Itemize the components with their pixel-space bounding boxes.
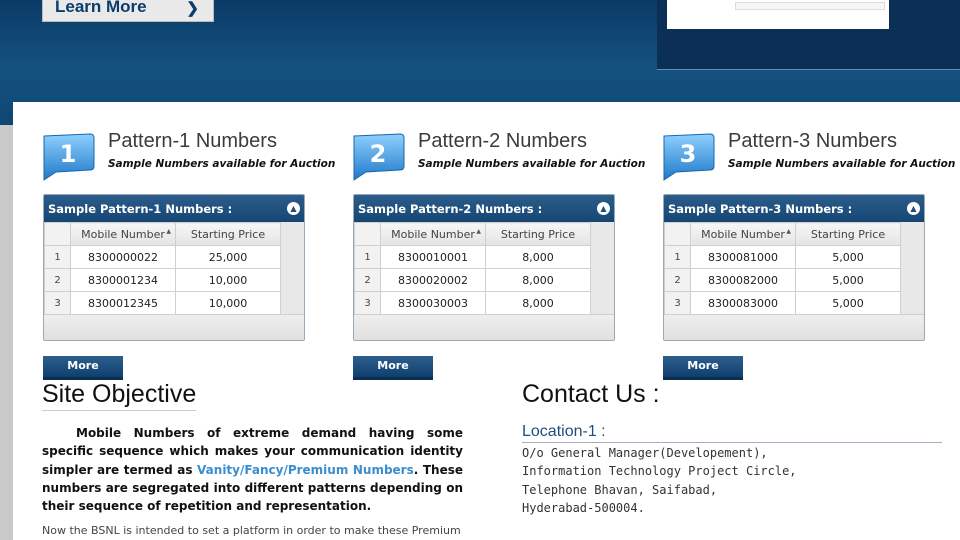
mobile-number-cell: 8300010001 bbox=[380, 245, 486, 269]
table-row[interactable]: 3 8300030003 8,000 bbox=[354, 291, 591, 315]
pattern-3-grid: Sample Pattern-3 Numbers : ▲ Mobile Numb… bbox=[663, 194, 925, 341]
svg-text:2: 2 bbox=[370, 140, 387, 168]
banner-thumbnail bbox=[657, 0, 960, 70]
grid-table: Mobile Number ▲ Starting Price 1 83000810… bbox=[664, 222, 901, 315]
sort-asc-icon: ▲ bbox=[786, 228, 791, 235]
thumbnail-screen bbox=[667, 0, 889, 29]
grid-footer bbox=[44, 314, 304, 340]
sort-asc-icon: ▲ bbox=[166, 228, 171, 235]
column-header-price[interactable]: Starting Price bbox=[795, 222, 901, 246]
chevron-up-icon[interactable]: ▲ bbox=[597, 202, 610, 215]
table-row[interactable]: 2 8300020002 8,000 bbox=[354, 268, 591, 292]
grid-header: Sample Pattern-1 Numbers : ▲ bbox=[44, 195, 304, 222]
table-row[interactable]: 1 8300081000 5,000 bbox=[664, 245, 901, 269]
mobile-number-cell: 8300001234 bbox=[70, 268, 176, 292]
pattern-2-grid: Sample Pattern-2 Numbers : ▲ Mobile Numb… bbox=[353, 194, 615, 341]
grid-title: Sample Pattern-2 Numbers : bbox=[358, 202, 543, 216]
chevron-right-icon: ❯ bbox=[186, 0, 199, 17]
table-row[interactable]: 2 8300082000 5,000 bbox=[664, 268, 901, 292]
sort-asc-icon: ▲ bbox=[476, 228, 481, 235]
mobile-number-cell: 8300081000 bbox=[690, 245, 796, 269]
price-cell: 5,000 bbox=[795, 268, 901, 292]
pattern-2-more-button[interactable]: More bbox=[353, 356, 433, 380]
learn-more-button[interactable]: Learn More ❯ bbox=[42, 0, 214, 22]
number-ribbon-icon: 2 bbox=[353, 133, 405, 181]
table-row[interactable]: 1 8300010001 8,000 bbox=[354, 245, 591, 269]
column-header-mobile[interactable]: Mobile Number ▲ bbox=[70, 222, 176, 246]
grid-header: Sample Pattern-3 Numbers : ▲ bbox=[664, 195, 924, 222]
site-objective-more-text: Now the BSNL is intended to set a platfo… bbox=[42, 524, 461, 537]
table-row[interactable]: 3 8300083000 5,000 bbox=[664, 291, 901, 315]
pattern-subtitle: Sample Numbers available for Auction bbox=[418, 158, 646, 170]
address-line: Hyderabad-500004. bbox=[522, 500, 645, 515]
column-header-price[interactable]: Starting Price bbox=[485, 222, 591, 246]
grid-footer bbox=[354, 314, 614, 340]
pattern-1-grid: Sample Pattern-1 Numbers : ▲ Mobile Numb… bbox=[43, 194, 305, 341]
table-row[interactable]: 2 8300001234 10,000 bbox=[44, 268, 281, 292]
grid-title: Sample Pattern-3 Numbers : bbox=[668, 202, 853, 216]
pattern-title: Pattern-3 Numbers bbox=[728, 130, 897, 152]
grid-footer bbox=[664, 314, 924, 340]
pattern-3-more-button[interactable]: More bbox=[663, 356, 743, 380]
price-cell: 8,000 bbox=[485, 268, 591, 292]
number-ribbon-icon: 1 bbox=[43, 133, 95, 181]
pattern-title: Pattern-1 Numbers bbox=[108, 130, 277, 152]
site-objective-text: Mobile Numbers of extreme demand having … bbox=[42, 426, 463, 514]
site-objective-title: Site Objective bbox=[42, 380, 197, 411]
mobile-number-cell: 8300082000 bbox=[690, 268, 796, 292]
grid-table: Mobile Number ▲ Starting Price 1 83000100… bbox=[354, 222, 591, 315]
pattern-title: Pattern-2 Numbers bbox=[418, 130, 587, 152]
pattern-1-more-button[interactable]: More bbox=[43, 356, 123, 380]
pattern-subtitle: Sample Numbers available for Auction bbox=[728, 158, 956, 170]
table-row[interactable]: 3 8300012345 10,000 bbox=[44, 291, 281, 315]
address-line: O/o General Manager(Developement), bbox=[522, 446, 768, 460]
chevron-up-icon[interactable]: ▲ bbox=[907, 202, 920, 215]
address-line: Telephone Bhavan, Saifabad, bbox=[522, 482, 718, 497]
grid-header: Sample Pattern-2 Numbers : ▲ bbox=[354, 195, 614, 222]
price-cell: 8,000 bbox=[485, 245, 591, 269]
price-cell: 5,000 bbox=[795, 245, 901, 269]
column-header-mobile[interactable]: Mobile Number ▲ bbox=[380, 222, 486, 246]
price-cell: 10,000 bbox=[175, 268, 281, 292]
number-ribbon-icon: 3 bbox=[663, 133, 715, 181]
chevron-up-icon[interactable]: ▲ bbox=[287, 202, 300, 215]
mobile-number-cell: 8300012345 bbox=[70, 291, 176, 315]
mobile-number-cell: 8300000022 bbox=[70, 245, 176, 269]
mobile-number-cell: 8300020002 bbox=[380, 268, 486, 292]
price-cell: 10,000 bbox=[175, 291, 281, 315]
grid-title: Sample Pattern-1 Numbers : bbox=[48, 202, 233, 216]
price-cell: 5,000 bbox=[795, 291, 901, 315]
mobile-number-cell: 8300083000 bbox=[690, 291, 796, 315]
price-cell: 25,000 bbox=[175, 245, 281, 269]
svg-text:3: 3 bbox=[680, 140, 697, 168]
grid-table: Mobile Number ▲ Starting Price 1 83000000… bbox=[44, 222, 281, 315]
pattern-subtitle: Sample Numbers available for Auction bbox=[108, 158, 336, 170]
mobile-number-cell: 8300030003 bbox=[380, 291, 486, 315]
location-title: Location-1 : bbox=[522, 423, 942, 443]
address-block: O/o General Manager(Developement), Infor… bbox=[522, 444, 797, 517]
price-cell: 8,000 bbox=[485, 291, 591, 315]
learn-more-label: Learn More bbox=[55, 0, 147, 16]
contact-title: Contact Us : bbox=[522, 380, 660, 408]
table-row[interactable]: 1 8300000022 25,000 bbox=[44, 245, 281, 269]
column-header-price[interactable]: Starting Price bbox=[175, 222, 281, 246]
column-header-mobile[interactable]: Mobile Number ▲ bbox=[690, 222, 796, 246]
address-line: Information Technology Project Circle, bbox=[522, 464, 797, 479]
vanity-numbers-link[interactable]: Vanity/Fancy/Premium Numbers bbox=[197, 463, 414, 477]
svg-text:1: 1 bbox=[60, 140, 77, 168]
